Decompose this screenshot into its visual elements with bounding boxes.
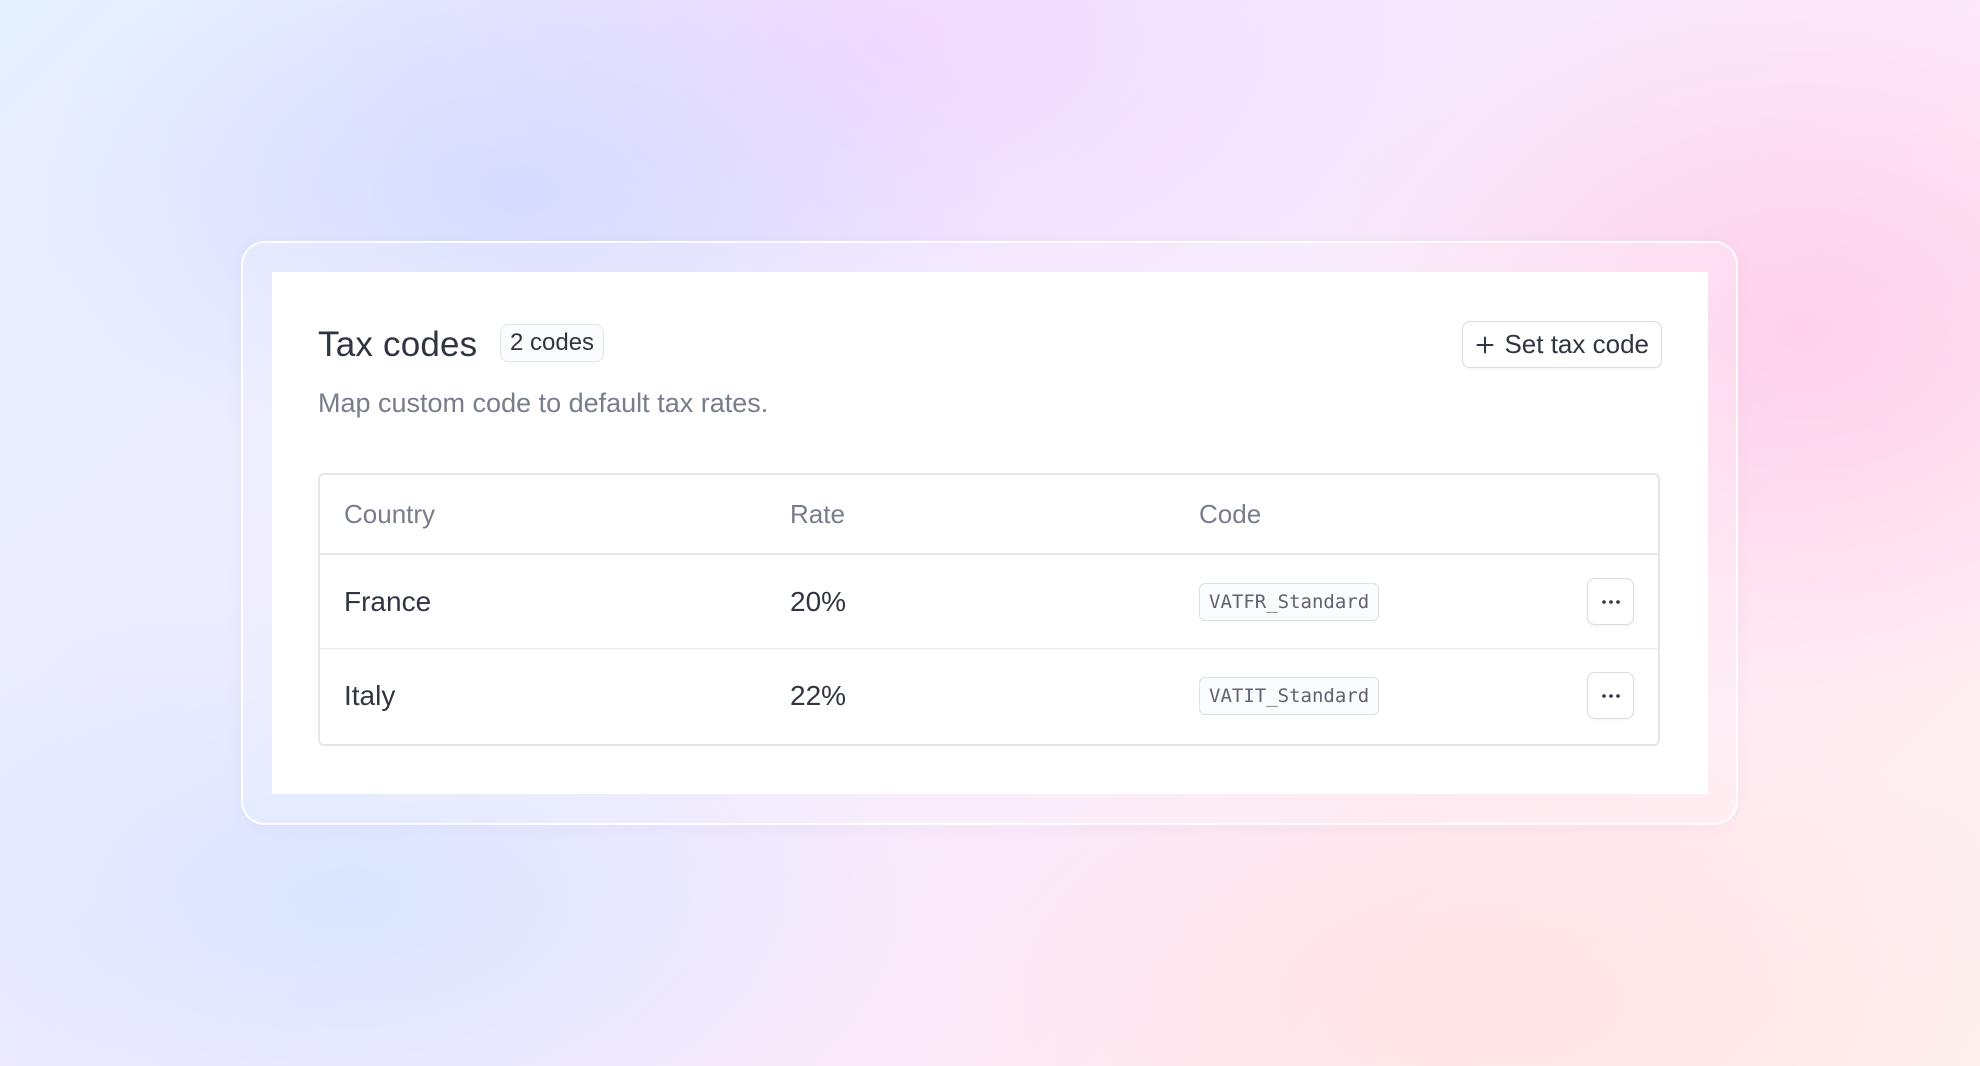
row-more-actions-button[interactable] (1587, 578, 1634, 625)
table-row: Italy 22% VATIT_Standard (320, 648, 1658, 742)
rate-cell: 20% (790, 585, 847, 617)
ellipsis-icon (1601, 693, 1620, 698)
column-header-code: Code (1175, 475, 1490, 555)
table-row: France 20% VATFR_Standard (320, 554, 1658, 649)
country-cell: Italy (320, 648, 766, 742)
set-tax-code-button[interactable]: Set tax code (1462, 321, 1662, 368)
code-cell: VATFR_Standard (1175, 554, 1490, 649)
tax-code-chip: VATFR_Standard (1199, 582, 1380, 621)
column-header-country: Country (320, 475, 766, 555)
column-header-actions (1490, 475, 1658, 555)
ellipsis-icon (1601, 599, 1620, 604)
tax-codes-table: Country Rate Code France 20% VATFR_Stand… (318, 473, 1660, 746)
codes-count-badge: 2 codes (500, 324, 605, 362)
code-cell: VATIT_Standard (1175, 648, 1490, 742)
tax-codes-card: Tax codes 2 codes Set tax code Map custo… (272, 272, 1708, 794)
row-more-actions-button[interactable] (1587, 672, 1634, 719)
row-actions-cell (1490, 554, 1658, 649)
tax-code-chip: VATIT_Standard (1199, 676, 1380, 715)
row-actions-cell (1490, 648, 1658, 742)
table-header-row: Country Rate Code (320, 475, 1658, 555)
column-header-rate: Rate (766, 475, 1175, 555)
country-cell: France (344, 585, 432, 617)
rate-cell: 22% (766, 648, 1175, 742)
page-title: Tax codes (318, 325, 478, 364)
page-subtitle: Map custom code to default tax rates. (318, 388, 769, 418)
set-tax-code-label: Set tax code (1504, 329, 1649, 359)
plus-icon (1476, 336, 1494, 353)
